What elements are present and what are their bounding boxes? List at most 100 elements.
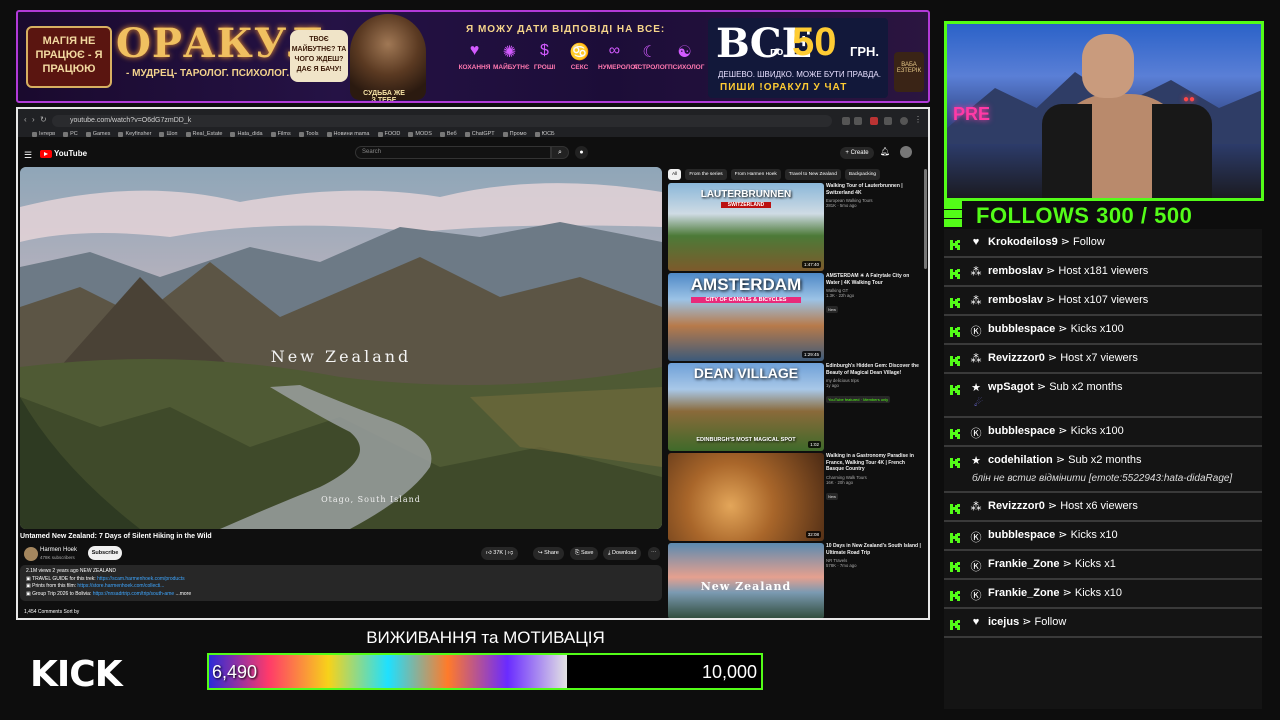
filter-chip[interactable]: From Harmen Hoek	[730, 169, 781, 180]
video-player[interactable]: New Zealand Otago, South Island	[20, 167, 662, 529]
event-text: Frankie_Zone ⋗ Kicks x10	[988, 586, 1262, 600]
create-button[interactable]: + Create	[840, 147, 874, 159]
extension-icon[interactable]	[842, 117, 850, 125]
video-overlay-title: New Zealand	[270, 347, 412, 366]
recommendation-info[interactable]: AMSTERDAM ☀ A Fairytale City on Water | …	[826, 273, 922, 316]
channel-avatar[interactable]	[24, 547, 38, 561]
event-row: Ⓚ Frankie_Zone ⋗ Kicks x1	[944, 551, 1262, 580]
recommendation-info[interactable]: Walking in a Gastronomy Paradise in Fran…	[826, 453, 922, 503]
video-description[interactable]: 2.1M views 2 years ago NEW ZEALAND ▣ TRA…	[20, 565, 662, 601]
reload-icon[interactable]: ↻	[40, 115, 47, 124]
account-avatar[interactable]	[900, 146, 912, 158]
bookmark-item[interactable]: Промо	[502, 131, 527, 137]
save-button[interactable]: ⎘ Save	[570, 547, 599, 560]
recommendation-meta: 1.3K · 22h ago	[826, 293, 855, 298]
folder-icon	[298, 131, 304, 137]
filter-chip[interactable]: All	[668, 169, 682, 180]
separator: ⋗	[1059, 558, 1075, 570]
recommendation-info[interactable]: Edinburgh's Hidden Gem: Discover the Bea…	[826, 363, 922, 406]
extension-icon[interactable]	[884, 117, 892, 125]
subscribe-button[interactable]: Subscribe	[88, 546, 122, 560]
video-title: Untamed New Zealand: 7 Days of Silent Hi…	[20, 533, 212, 540]
share-label: Share	[544, 550, 559, 556]
bookmark-item[interactable]: PC	[63, 131, 78, 137]
mic-button[interactable]: ●	[575, 146, 588, 159]
scrollbar[interactable]	[924, 169, 927, 269]
share-button[interactable]: ↪ Share	[533, 547, 564, 560]
filter-chip[interactable]: Travel to New Zealand	[784, 169, 841, 180]
event-action: Kicks x10	[1074, 587, 1122, 599]
forward-icon[interactable]: ›	[32, 115, 35, 124]
recommendation-thumbnail[interactable]: DEAN VILLAGE EDINBURGH'S MOST MAGICAL SP…	[668, 363, 824, 451]
desc-link[interactable]: https://scam.harmenhoek.com/products	[97, 576, 185, 582]
screen-capture: ‹ › ↻ youtube.com/watch?v=O6dG7zmDD_k ⋮ …	[16, 107, 930, 620]
recommendation-title: Walking Tour of Lauterbrunnen | Switzerl…	[826, 183, 903, 196]
thumbnail-title: AMSTERDAM	[690, 275, 802, 294]
banner-topline: Я МОЖУ ДАТИ ВІДПОВІДІ НА ВСЕ:	[466, 24, 666, 35]
bookmark-item[interactable]: Веб	[439, 131, 457, 137]
oracle-banner: МАГІЯ НЕ ПРАЦЮЄ - Я ПРАЦЮЮ ОРАКУЛ - МУДР…	[16, 10, 930, 103]
profile-icon[interactable]	[900, 117, 908, 125]
banner-badge: МАГІЯ НЕ ПРАЦЮЄ - Я ПРАЦЮЮ	[26, 26, 112, 88]
bookmark-item[interactable]: Films	[270, 131, 291, 137]
bookmark-item[interactable]: Keyfinsher	[118, 131, 151, 137]
channel-name[interactable]: Harmen Hoek	[40, 547, 77, 553]
youtube-logo[interactable]: YouTube	[40, 149, 87, 158]
bookmark-item[interactable]: ChatGPT	[464, 131, 495, 137]
bookmark-item[interactable]: Новини mama	[326, 131, 370, 137]
recommendation-thumbnail[interactable]: 32:08	[668, 453, 824, 541]
event-username: Frankie_Zone	[988, 587, 1060, 599]
more-link[interactable]: ...more	[176, 591, 192, 597]
youtube-header: ☰ YouTube Search ⌕ ● + Create 🔔︎	[18, 141, 928, 167]
moon-icon: ☾	[642, 44, 657, 61]
desc-label: Prints from this film:	[32, 583, 77, 589]
bookmark-label: Новини mama	[333, 131, 370, 137]
streamer-head	[1082, 34, 1134, 98]
bookmark-item[interactable]: MODS	[408, 131, 432, 137]
recommendation-title: 10 Days in New Zealand's South Island | …	[826, 543, 921, 556]
kick-icon	[950, 588, 960, 601]
separator: ⋗	[1033, 381, 1050, 393]
desc-link[interactable]: https://store.harmenhoek.com/collecti...	[77, 583, 164, 589]
bookmark-item[interactable]: Інтерв	[32, 131, 55, 137]
folder-icon	[502, 131, 508, 137]
bookmark-item[interactable]: Games	[85, 131, 110, 137]
back-icon[interactable]: ‹	[24, 115, 27, 124]
recommendation-info[interactable]: 10 Days in New Zealand's South Island | …	[826, 543, 922, 568]
like-button[interactable]: 👍︎ 37K | 👎︎	[481, 547, 519, 560]
more-actions-button[interactable]: ⋯	[648, 547, 660, 560]
kick-coin-icon: Ⓚ	[970, 428, 982, 440]
menu-icon[interactable]: ⋮	[914, 115, 922, 124]
webcam-feed: PRE ●●	[944, 21, 1264, 201]
bookmark-item[interactable]: Tools	[298, 131, 319, 137]
wizard-tag: СУДЬБА ЖЕ З ТЕБЕ	[363, 90, 405, 103]
recommendation-thumbnail[interactable]: LAUTERBRUNNEN SWITZERLAND 1:47:40	[668, 183, 824, 271]
bell-icon[interactable]: 🔔︎	[880, 147, 890, 156]
bookmark-item[interactable]: FOOD	[377, 131, 400, 137]
extension-icon[interactable]	[870, 117, 878, 125]
recommendation-thumbnail[interactable]: New Zealand	[668, 543, 824, 618]
hamburger-icon[interactable]: ☰	[24, 150, 32, 161]
recommendation-thumbnail[interactable]: AMSTERDAM CITY OF CANALS & BICYCLES 1:29…	[668, 273, 824, 361]
search-input[interactable]: Search	[355, 146, 551, 159]
kick-coin-icon: Ⓚ	[970, 590, 982, 602]
recommendation-title: AMSTERDAM ☀ A Fairytale City on Water | …	[826, 273, 910, 286]
desc-link[interactable]: https://nnsadrtrip.com/trip/south-ame	[93, 591, 174, 597]
banner-category: ♥ КОХАННЯ	[458, 42, 491, 71]
search-button[interactable]: ⌕	[551, 146, 569, 159]
bookmark-item[interactable]: ЮСБ	[534, 131, 555, 137]
address-bar[interactable]: youtube.com/watch?v=O6dG7zmDD_k	[52, 115, 832, 127]
recommendation-info[interactable]: Walking Tour of Lauterbrunnen | Switzerl…	[826, 183, 922, 208]
download-button[interactable]: ⤓ Download	[603, 547, 642, 560]
wizard-image	[350, 14, 426, 100]
banner-category: ♋ СЕКС	[563, 42, 596, 71]
bookmark-item[interactable]: Real_Estate	[185, 131, 222, 137]
bookmark-item[interactable]: Шоп	[159, 131, 178, 137]
filter-chip[interactable]: From the series	[685, 169, 727, 180]
bookmark-item[interactable]: Hata_dida	[230, 131, 263, 137]
extension-icon[interactable]	[854, 117, 862, 125]
price-cta: ПИШИ !ОРАКУЛ У ЧАТ	[720, 82, 848, 93]
separator: ⋗	[1052, 454, 1069, 466]
filter-chip[interactable]: Backpacking	[844, 169, 881, 180]
neon-sign: PRE	[953, 104, 991, 124]
